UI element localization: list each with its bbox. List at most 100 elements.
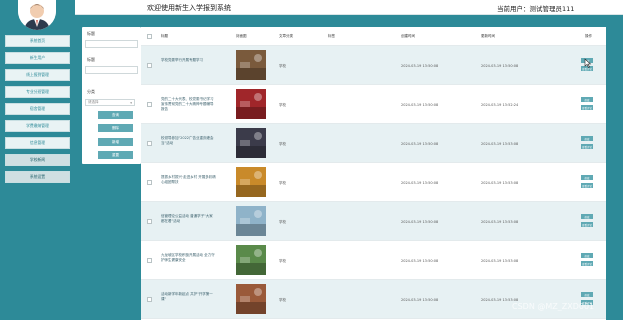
table-row[interactable]: 信管理论公益活动 普通学子"大家都在看"活动 学校 2024-03-19 13:… [141,202,606,241]
row-created-time: 2024-03-19 13:50:08 [401,259,439,263]
row-thumbnail-image [236,50,266,80]
add-button[interactable]: 新增 [98,138,133,146]
col-title: 标题 [161,34,168,38]
row-thumbnail-image [236,167,266,197]
row-comments-button[interactable]: 查看评论 [581,144,593,149]
table-body: 学校党委举行开展专题学习 学校 2024-03-19 13:50:08 2024… [141,46,606,319]
row-checkbox[interactable] [147,63,152,68]
col-actions: 操作 [585,34,592,38]
thumbnail-photo-icon [236,206,266,236]
col-tags: 标签 [328,34,335,38]
row-checkbox[interactable] [147,141,152,146]
row-created-time: 2024-03-19 13:50:08 [401,103,439,107]
row-edit-button[interactable]: 修改 [581,175,593,180]
row-created-time: 2024-03-19 13:50:08 [401,220,439,224]
thumbnail-photo-icon [236,128,266,158]
sidebar-item-news[interactable]: 学校新闻 [5,154,70,166]
row-title[interactable]: 校领导参加"2022广告业重庆峰会当"活动 [161,136,216,146]
row-title[interactable]: 学校党委举行开展专题学习 [161,58,216,63]
table-row[interactable]: 活动新学年新起点 共护"开学第一课" 学校 2024-03-19 13:50:0… [141,280,606,319]
row-comments-button[interactable]: 查看评论 [581,183,593,188]
category-select[interactable]: 请选择 ▾ [85,99,135,106]
row-updated-time: 2024-03-19 13:52:24 [481,103,519,107]
sidebar-item-info[interactable]: 信息管理 [5,137,70,149]
news-table: 标题 封面图 文章分类 标签 创建时间 更新时间 操作 学校党委举行开展专题学习… [141,27,606,320]
current-user[interactable]: 当前用户：测试管理员111 [497,3,574,13]
row-comments-button[interactable]: 查看评论 [581,261,593,266]
table-row[interactable]: 提振乡村振兴·走进乡村 开展多彩精心组团帮扶 学校 2024-03-19 13:… [141,163,606,202]
filter-content-label: 标题 [87,57,95,62]
row-checkbox[interactable] [147,297,152,302]
row-title[interactable]: 活动新学年新起点 共护"开学第一课" [161,292,216,302]
row-edit-button[interactable]: 修改 [581,292,593,297]
sidebar-menu: 系统首页 新生用户 线上报到管理 专业分班管理 宿舍管理 学费缴纳管理 信息管理… [5,35,70,188]
row-category: 学校 [279,181,286,185]
row-created-time: 2024-03-19 13:50:08 [401,181,439,185]
row-edit-button[interactable]: 修改 [581,253,593,258]
row-thumbnail-image [236,245,266,275]
col-image: 封面图 [236,34,247,38]
row-thumbnail-image [236,284,266,314]
row-created-time: 2024-03-19 13:50:08 [401,142,439,146]
row-updated-time: 2024-03-19 13:50:08 [481,64,519,68]
watermark: CSDN @MZ_ZXD001 [512,302,595,311]
sidebar-item-online-register[interactable]: 线上报到管理 [5,69,70,81]
row-thumbnail-image [236,89,266,119]
chevron-down-icon: ▾ [130,100,132,105]
row-category: 学校 [279,103,286,107]
col-updated: 更新时间 [481,34,495,38]
row-edit-button[interactable]: 修改 [581,136,593,141]
select-all-checkbox[interactable] [147,34,152,39]
col-category: 文章分类 [279,34,293,38]
reset-button[interactable]: 重置 [98,151,133,159]
row-category: 学校 [279,142,286,146]
mouse-cursor-icon [584,58,592,68]
delete-button[interactable]: 删除 [98,124,133,132]
title-search-input[interactable] [85,40,138,48]
avatar[interactable] [18,0,56,30]
page-title: 欢迎使用新生入学报到系统 [147,4,231,12]
content-search-input[interactable] [85,66,138,74]
category-select-value: 请选择 [88,100,99,104]
row-checkbox[interactable] [147,180,152,185]
row-updated-time: 2024-03-19 13:53:08 [481,142,519,146]
row-edit-button[interactable]: 修改 [581,214,593,219]
filter-category-label: 分类 [87,89,95,94]
thumbnail-photo-icon [236,50,266,80]
row-created-time: 2024-03-19 13:50:08 [401,298,439,302]
table-row[interactable]: 九龙坡区学校积极开展活动 全力守护师生健康安全 学校 2024-03-19 13… [141,241,606,280]
filter-panel: 标题 标题 分类 请选择 ▾ 查询 删除 新增 重置 [82,27,141,164]
col-created: 创建时间 [401,34,415,38]
sidebar-item-dormitory[interactable]: 宿舍管理 [5,103,70,115]
row-comments-button[interactable]: 查看评论 [581,222,593,227]
sidebar-item-students[interactable]: 新生用户 [5,52,70,64]
sidebar-item-home[interactable]: 系统首页 [5,35,70,47]
table-row[interactable]: 党的二十大代表、校党委书记学习宣传贯彻党的二十大精神专题辅导报告 学校 2024… [141,85,606,124]
row-checkbox[interactable] [147,219,152,224]
thumbnail-photo-icon [236,89,266,119]
thumbnail-photo-icon [236,167,266,197]
row-comments-button[interactable]: 查看评论 [581,105,593,110]
row-title[interactable]: 信管理论公益活动 普通学子"大家都在看"活动 [161,214,216,224]
sidebar-item-settings[interactable]: 系统设置 [5,171,70,183]
sidebar-item-class-assign[interactable]: 专业分班管理 [5,86,70,98]
row-category: 学校 [279,220,286,224]
top-header: 欢迎使用新生入学报到系统 当前用户：测试管理员111 [75,0,623,15]
table-row[interactable]: 校领导参加"2022广告业重庆峰会当"活动 学校 2024-03-19 13:5… [141,124,606,163]
row-checkbox[interactable] [147,102,152,107]
row-title[interactable]: 党的二十大代表、校党委书记学习宣传贯彻党的二十大精神专题辅导报告 [161,97,216,112]
table-row[interactable]: 学校党委举行开展专题学习 学校 2024-03-19 13:50:08 2024… [141,46,606,85]
row-title[interactable]: 提振乡村振兴·走进乡村 开展多彩精心组团帮扶 [161,175,216,185]
row-edit-button[interactable]: 修改 [581,97,593,102]
sidebar-item-tuition[interactable]: 学费缴纳管理 [5,120,70,132]
row-category: 学校 [279,64,286,68]
row-updated-time: 2024-03-19 13:53:08 [481,220,519,224]
row-created-time: 2024-03-19 13:50:08 [401,64,439,68]
row-thumbnail-image [236,128,266,158]
row-checkbox[interactable] [147,258,152,263]
row-thumbnail-image [236,206,266,236]
row-updated-time: 2024-03-19 13:53:08 [481,181,519,185]
search-button[interactable]: 查询 [98,111,133,119]
table-header: 标题 封面图 文章分类 标签 创建时间 更新时间 操作 [141,27,606,46]
row-title[interactable]: 九龙坡区学校积极开展活动 全力守护师生健康安全 [161,253,216,263]
